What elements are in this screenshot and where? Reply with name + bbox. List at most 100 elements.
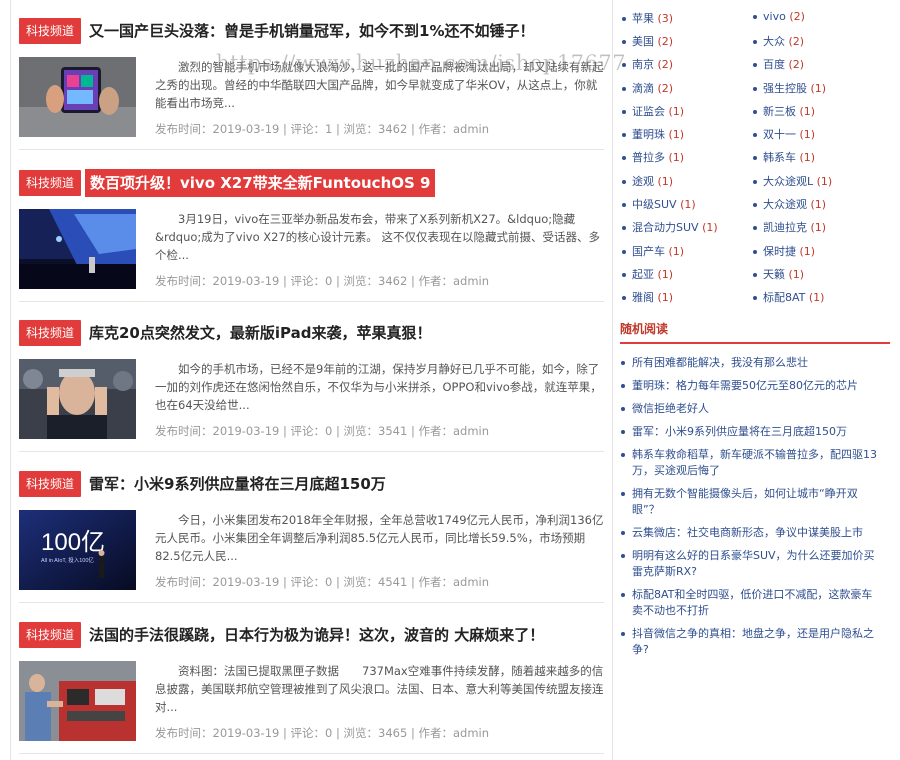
tag-link[interactable]: 双十一 (1) [753, 126, 815, 142]
random-article-link[interactable]: 明明有这么好的日系豪华SUV，为什么还要加价买雷克萨斯RX? [620, 548, 882, 580]
bullet-icon [622, 250, 626, 254]
bullet-icon [622, 87, 626, 91]
bullet-icon [753, 156, 757, 160]
tag-link[interactable]: 证监会 (1) [622, 103, 684, 119]
tag-link[interactable]: 大众途观L (1) [753, 173, 832, 189]
bullet-icon [622, 273, 626, 277]
random-article-link[interactable]: 标配8AT和全时四驱，低价进口不减配，这款豪车卖不动也不打折 [620, 587, 882, 619]
bullet-icon [622, 110, 626, 114]
bullet-icon [753, 87, 757, 91]
article-thumbnail[interactable] [19, 57, 136, 137]
article-summary: 今日，小米集团发布2018年全年财报，全年总营收1749亿元人民币，净利润136… [155, 513, 604, 563]
bullet-icon [753, 203, 757, 207]
tag-link[interactable]: 混合动力SUV (1) [622, 219, 718, 235]
tag-link[interactable]: 新三板 (1) [753, 103, 815, 119]
random-article-link[interactable]: 董明珠：格力每年需要50亿元至80亿元的芯片 [620, 378, 882, 394]
bullet-icon [622, 133, 626, 137]
tag-link[interactable]: 美国 (2) [622, 33, 673, 49]
article-meta: 发布时间：2019-03-19 | 评论：0 | 浏览：4541 | 作者：ad… [155, 575, 490, 589]
bullet-icon [753, 110, 757, 114]
tag-link[interactable]: 凯迪拉克 (1) [753, 219, 826, 235]
bullet-icon [622, 17, 626, 21]
tag-link[interactable]: 强生控股 (1) [753, 80, 826, 96]
tag-link[interactable]: 百度 (2) [753, 56, 804, 72]
tag-link[interactable]: 标配8AT (1) [753, 289, 824, 305]
tag-link[interactable]: 董明珠 (1) [622, 126, 684, 142]
tag-link[interactable]: 南京 (2) [622, 56, 673, 72]
tag-link[interactable]: 途观 (1) [622, 173, 673, 189]
article-title[interactable]: 法国的手法很蹊跷，日本行为极为诡异！这次，波音的 大麻烦来了！ [89, 621, 544, 649]
tag-link[interactable]: 国产车 (1) [622, 243, 684, 259]
article-summary: 激烈的智能手机市场就像大浪淘沙，这一批的国产品牌被淘汰出局，却又陆续有新起之秀的… [155, 60, 604, 110]
article-summary: 如今的手机市场，已经不是9年前的江湖，保持岁月静好已几乎不可能，如今，除了一加的… [155, 362, 602, 412]
divider [19, 753, 604, 754]
article-list: 科技频道 又一国产巨头没落：曾是手机销量冠军，如今不到1%还不如锤子！ 激烈的智… [10, 0, 613, 760]
bullet-icon [622, 203, 626, 207]
random-article-link[interactable]: 微信拒绝老好人 [620, 401, 882, 417]
tag-link[interactable]: 中级SUV (1) [622, 196, 696, 212]
article-title[interactable]: 数百项升级！vivo X27带来全新FuntouchOS 9 [85, 169, 436, 197]
thumb-sub-text: All in AIoT, 投入100亿 [41, 556, 94, 564]
article-item: 科技频道 库克20点突然发文，最新版iPad来袭，苹果真狠！ 如今的手机市场，已… [19, 302, 604, 452]
bullet-icon [753, 296, 757, 300]
bullet-icon [753, 226, 757, 230]
bullet-icon [622, 63, 626, 67]
article-meta: 发布时间：2019-03-19 | 评论：0 | 浏览：3462 | 作者：ad… [155, 274, 490, 288]
random-article-link[interactable]: 韩系车救命稻草，新车硬派不输普拉多，配四驱13万，买途观后悔了 [620, 447, 882, 479]
random-article-link[interactable]: 抖音微信之争的真相：地盘之争，还是用户隐私之争? [620, 626, 882, 658]
article-thumbnail[interactable] [19, 661, 136, 741]
tag-link[interactable]: 普拉多 (1) [622, 149, 684, 165]
tag-link[interactable]: 保时捷 (1) [753, 243, 815, 259]
article-title[interactable]: 库克20点突然发文，最新版iPad来袭，苹果真狠！ [89, 319, 431, 347]
random-article-link[interactable]: 云集微店：社交电商新形态，争议中谋美股上市 [620, 525, 882, 541]
bullet-icon [622, 156, 626, 160]
tag-link[interactable]: 大众途观 (1) [753, 196, 826, 212]
article-thumbnail[interactable]: 100亿 All in AIoT, 投入100亿 [19, 510, 136, 590]
article-item: 科技频道 又一国产巨头没落：曾是手机销量冠军，如今不到1%还不如锤子！ 激烈的智… [19, 0, 604, 150]
random-reading-heading: 随机阅读 [620, 322, 669, 336]
article-item: 科技频道 数百项升级！vivo X27带来全新FuntouchOS 9 3月19… [19, 152, 604, 302]
divider [19, 149, 604, 150]
bullet-icon [753, 133, 757, 137]
article-meta: 发布时间：2019-03-19 | 评论：1 | 浏览：3462 | 作者：ad… [155, 122, 490, 136]
article-meta: 发布时间：2019-03-19 | 评论：0 | 浏览：3541 | 作者：ad… [155, 424, 490, 438]
article-title[interactable]: 又一国产巨头没落：曾是手机销量冠军，如今不到1%还不如锤子！ [89, 17, 534, 45]
bullet-icon [622, 296, 626, 300]
bullet-icon [753, 273, 757, 277]
bullet-icon [753, 180, 757, 184]
article-summary: 资料图：法国已提取黑匣子数据 737Max空难事件持续发酵，随着越来越多的信息披… [155, 664, 604, 714]
tag-link[interactable]: 雅阁 (1) [622, 289, 673, 305]
heading-underline [620, 342, 890, 344]
bullet-icon [622, 180, 626, 184]
category-badge[interactable]: 科技频道 [19, 170, 82, 196]
tag-link[interactable]: 苹果 (3) [622, 10, 673, 26]
article-thumbnail[interactable] [19, 209, 136, 289]
article-meta: 发布时间：2019-03-19 | 评论：0 | 浏览：3465 | 作者：ad… [155, 726, 490, 740]
bullet-icon [622, 226, 626, 230]
article-summary: 3月19日，vivo在三亚举办新品发布会，带来了X系列新机X27。&ldquo;… [155, 212, 600, 262]
category-badge[interactable]: 科技频道 [19, 622, 82, 648]
bullet-icon [753, 250, 757, 254]
tag-link[interactable]: 天籁 (1) [753, 266, 804, 282]
category-badge[interactable]: 科技频道 [19, 320, 82, 346]
random-article-link[interactable]: 所有困难都能解决，我没有那么悲壮 [620, 355, 882, 371]
tag-link[interactable]: 大众 (2) [753, 33, 804, 49]
random-article-link[interactable]: 雷军：小米9系列供应量将在三月底超150万 [620, 424, 882, 440]
bullet-icon [753, 40, 757, 44]
thumb-big-text: 100亿 [41, 529, 105, 556]
bullet-icon [753, 63, 757, 67]
tag-link[interactable]: 滴滴 (2) [622, 80, 673, 96]
random-article-link[interactable]: 拥有无数个智能摄像头后，如何让城市“睁开双眼”？ [620, 486, 882, 518]
article-item: 科技频道 雷军：小米9系列供应量将在三月底超150万 100亿 All in A… [19, 453, 604, 603]
article-title[interactable]: 雷军：小米9系列供应量将在三月底超150万 [89, 470, 386, 498]
random-reading-list: 所有困难都能解决，我没有那么悲壮 董明珠：格力每年需要50亿元至80亿元的芯片 … [620, 355, 882, 665]
divider [19, 602, 604, 603]
article-thumbnail[interactable] [19, 359, 136, 439]
tag-link[interactable]: 起亚 (1) [622, 266, 673, 282]
sidebar: 苹果 (3) 美国 (2) 南京 (2) 滴滴 (2) 证监会 (1) 董明珠 … [620, 0, 892, 760]
divider [19, 451, 604, 452]
category-badge[interactable]: 科技频道 [19, 471, 82, 497]
tag-link[interactable]: 韩系车 (1) [753, 149, 815, 165]
category-badge[interactable]: 科技频道 [19, 18, 82, 44]
tag-link[interactable]: vivo (2) [753, 10, 805, 23]
